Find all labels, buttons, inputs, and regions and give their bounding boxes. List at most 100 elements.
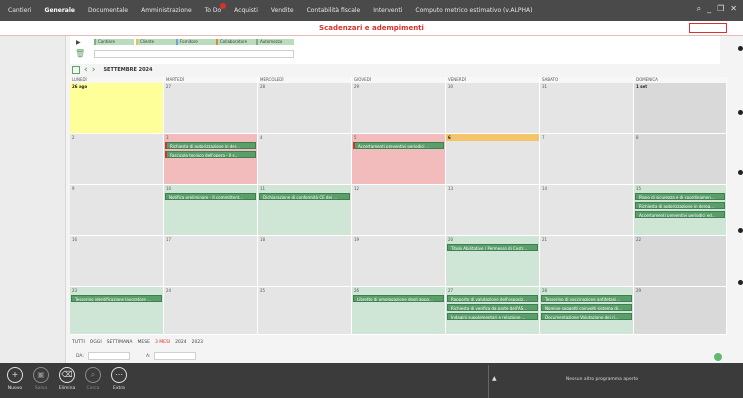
expand-panel-arrow-icon[interactable]: ▲ xyxy=(488,365,500,398)
day-cell[interactable]: 11 Dichiarazione di conformità CE dei ..… xyxy=(258,185,352,236)
trash-filter-icon[interactable]: 🗑 xyxy=(75,49,85,58)
day-cell[interactable]: 22 xyxy=(634,236,727,287)
day-cell[interactable]: 28 xyxy=(258,83,352,134)
day-cell[interactable]: 1 set xyxy=(634,83,727,134)
nav-acquisti[interactable]: Acquisti xyxy=(234,7,258,14)
day-cell[interactable]: 15 Piano di sicurezza e di coordinamen..… xyxy=(634,185,727,236)
day-cell[interactable]: 19 xyxy=(352,236,446,287)
day-cell[interactable]: 12 xyxy=(352,185,446,236)
extra-button-label: Extra xyxy=(113,386,125,391)
chip-automezzo[interactable]: Automezzo xyxy=(256,39,294,45)
day-cell[interactable]: 29 xyxy=(634,287,727,335)
day-cell[interactable]: 5 Accertamenti preventivi periodici ... xyxy=(352,134,446,185)
filter-input[interactable] xyxy=(94,50,294,58)
day-number: 29 xyxy=(354,84,360,89)
day-cell[interactable]: 14 xyxy=(540,185,634,236)
day-cell[interactable]: 27 xyxy=(164,83,258,134)
calendar-event[interactable]: Richiesta di autorizzazione in der... xyxy=(165,142,256,149)
day-cell[interactable]: 26 ago xyxy=(70,83,164,134)
prev-month-chevron-icon[interactable]: ‹ xyxy=(84,65,88,75)
calendar-event[interactable]: Documentazione Valutazione dei ri... xyxy=(541,313,632,320)
restore-icon[interactable]: ❐ xyxy=(717,4,724,14)
nav-computo[interactable]: Computo metrico estimativo (v.ALPHA) xyxy=(415,7,532,14)
calendar-event[interactable]: Accertamenti preventivi periodici ed... xyxy=(635,211,725,218)
search-icon[interactable]: ⌕ xyxy=(697,4,701,14)
nav-todo[interactable]: To Do xyxy=(204,3,227,14)
calendar-event[interactable]: Nomine soggetti coinvolti sistema di... xyxy=(541,304,632,311)
nav-interventi[interactable]: Interventi xyxy=(373,7,402,14)
day-cell[interactable]: 17 xyxy=(164,236,258,287)
date-from-label: DA: xyxy=(76,354,84,359)
chip-collaboratore[interactable]: Collaboratore xyxy=(216,39,256,45)
day-cell[interactable]: 3 Richiesta di autorizzazione in der... … xyxy=(164,134,258,185)
nav-contabilita[interactable]: Contabilità fiscale xyxy=(307,7,361,14)
day-cell[interactable]: 6 xyxy=(446,134,540,185)
nav-documentale[interactable]: Documentale xyxy=(88,7,128,14)
calendar-event[interactable]: Richiesta di autorizzazione in derog... xyxy=(635,202,725,209)
day-cell[interactable]: 21 xyxy=(540,236,634,287)
new-button[interactable]: + Nuovo xyxy=(2,367,28,391)
minimize-icon[interactable]: _ xyxy=(707,4,711,14)
calendar-event[interactable]: Richiesta di verifica da parte dell'AS..… xyxy=(447,304,538,311)
view-tutti[interactable]: TUTTI xyxy=(72,340,85,345)
day-cell[interactable]: 4 xyxy=(258,134,352,185)
search-button[interactable]: ⌕ Cerca xyxy=(80,367,106,391)
day-cell[interactable]: 24 xyxy=(164,287,258,335)
nav-todo-label: To Do xyxy=(204,7,222,14)
day-cell[interactable]: 8 xyxy=(634,134,727,185)
expand-arrow-icon[interactable]: ▶ xyxy=(76,39,81,46)
day-cell[interactable]: 9 xyxy=(70,185,164,236)
day-cell[interactable]: 30 xyxy=(446,83,540,134)
day-cell[interactable]: 7 xyxy=(540,134,634,185)
nav-vendite[interactable]: Vendite xyxy=(271,7,294,14)
calendar-event[interactable]: Piano di sicurezza e di coordinamen... xyxy=(635,193,725,200)
calendar-event[interactable]: Fascicolo tecnico dell'opera - II s... xyxy=(165,151,256,158)
view-mese[interactable]: MESE xyxy=(138,340,150,345)
extra-button[interactable]: ⋯ Extra xyxy=(106,367,132,391)
calendar-icon[interactable] xyxy=(72,66,80,74)
day-cell[interactable]: 2 xyxy=(70,134,164,185)
view-2023[interactable]: 2023 xyxy=(192,340,203,345)
day-cell[interactable]: 13 xyxy=(446,185,540,236)
edge-bullet xyxy=(738,110,743,115)
nav-cantieri[interactable]: Cantieri xyxy=(8,7,32,14)
save-button[interactable]: ▣ Salva xyxy=(28,367,54,391)
view-oggi[interactable]: OGGI xyxy=(90,340,102,345)
calendar-event[interactable]: Tesserino di vaccinazione antitetani... xyxy=(541,295,632,302)
delete-button[interactable]: ⌫ Elimina xyxy=(54,367,80,391)
day-cell[interactable]: 23 Tesserino identificazione lavoratore … xyxy=(70,287,164,335)
date-to-input[interactable] xyxy=(154,352,196,360)
day-cell[interactable]: 18 xyxy=(258,236,352,287)
day-cell[interactable]: 26 Libretto di omologazione degli appa..… xyxy=(352,287,446,335)
day-cell[interactable]: 31 xyxy=(540,83,634,134)
calendar-event[interactable]: Dichiarazione di conformità CE dei ... xyxy=(259,193,350,200)
day-cell[interactable]: 25 xyxy=(258,287,352,335)
nav-amministrazione[interactable]: Amministrazione xyxy=(141,7,192,14)
next-month-chevron-icon[interactable]: › xyxy=(92,65,96,75)
title-search-box[interactable] xyxy=(689,23,727,33)
calendar-event[interactable]: Libretto di omologazione degli appa... xyxy=(353,295,444,302)
chip-cantiere[interactable]: Cantiere xyxy=(94,39,134,45)
calendar-event[interactable]: Rapporto di valutazione dell'esposiz... xyxy=(447,295,538,302)
day-cell[interactable]: 20 Titolo Abilitativo ( Permesso di Cost… xyxy=(446,236,540,287)
day-cell[interactable]: 29 xyxy=(352,83,446,134)
calendar-event[interactable]: Tesserino identificazione lavoratore ... xyxy=(71,295,162,302)
close-icon[interactable]: ✕ xyxy=(730,4,737,14)
day-cell[interactable]: 16 xyxy=(70,236,164,287)
calendar-event[interactable]: Indagini supplementari e relazione ... xyxy=(447,313,538,320)
day-cell[interactable]: 28 Tesserino di vaccinazione antitetani.… xyxy=(540,287,634,335)
calendar-event[interactable]: Notifica preliminare - II committent... xyxy=(165,193,256,200)
save-button-label: Salva xyxy=(34,386,48,391)
view-settimana[interactable]: SETTIMANA xyxy=(107,340,133,345)
calendar-event[interactable]: Titolo Abilitativo ( Permesso di Costr..… xyxy=(447,244,538,251)
view-2024[interactable]: 2024 xyxy=(175,340,186,345)
chip-fornitore[interactable]: Fornitore xyxy=(176,39,216,45)
day-cell[interactable]: 27 Rapporto di valutazione dell'esposiz.… xyxy=(446,287,540,335)
nav-generale[interactable]: Generale xyxy=(45,7,75,14)
chip-cliente[interactable]: Cliente xyxy=(136,39,176,45)
calendar-event[interactable]: Accertamenti preventivi periodici ... xyxy=(353,142,444,149)
day-number: 6 xyxy=(448,135,451,140)
day-cell[interactable]: 10 Notifica preliminare - II committent.… xyxy=(164,185,258,236)
date-from-input[interactable] xyxy=(88,352,130,360)
view-3-mesi[interactable]: 3 MESI xyxy=(155,340,170,345)
